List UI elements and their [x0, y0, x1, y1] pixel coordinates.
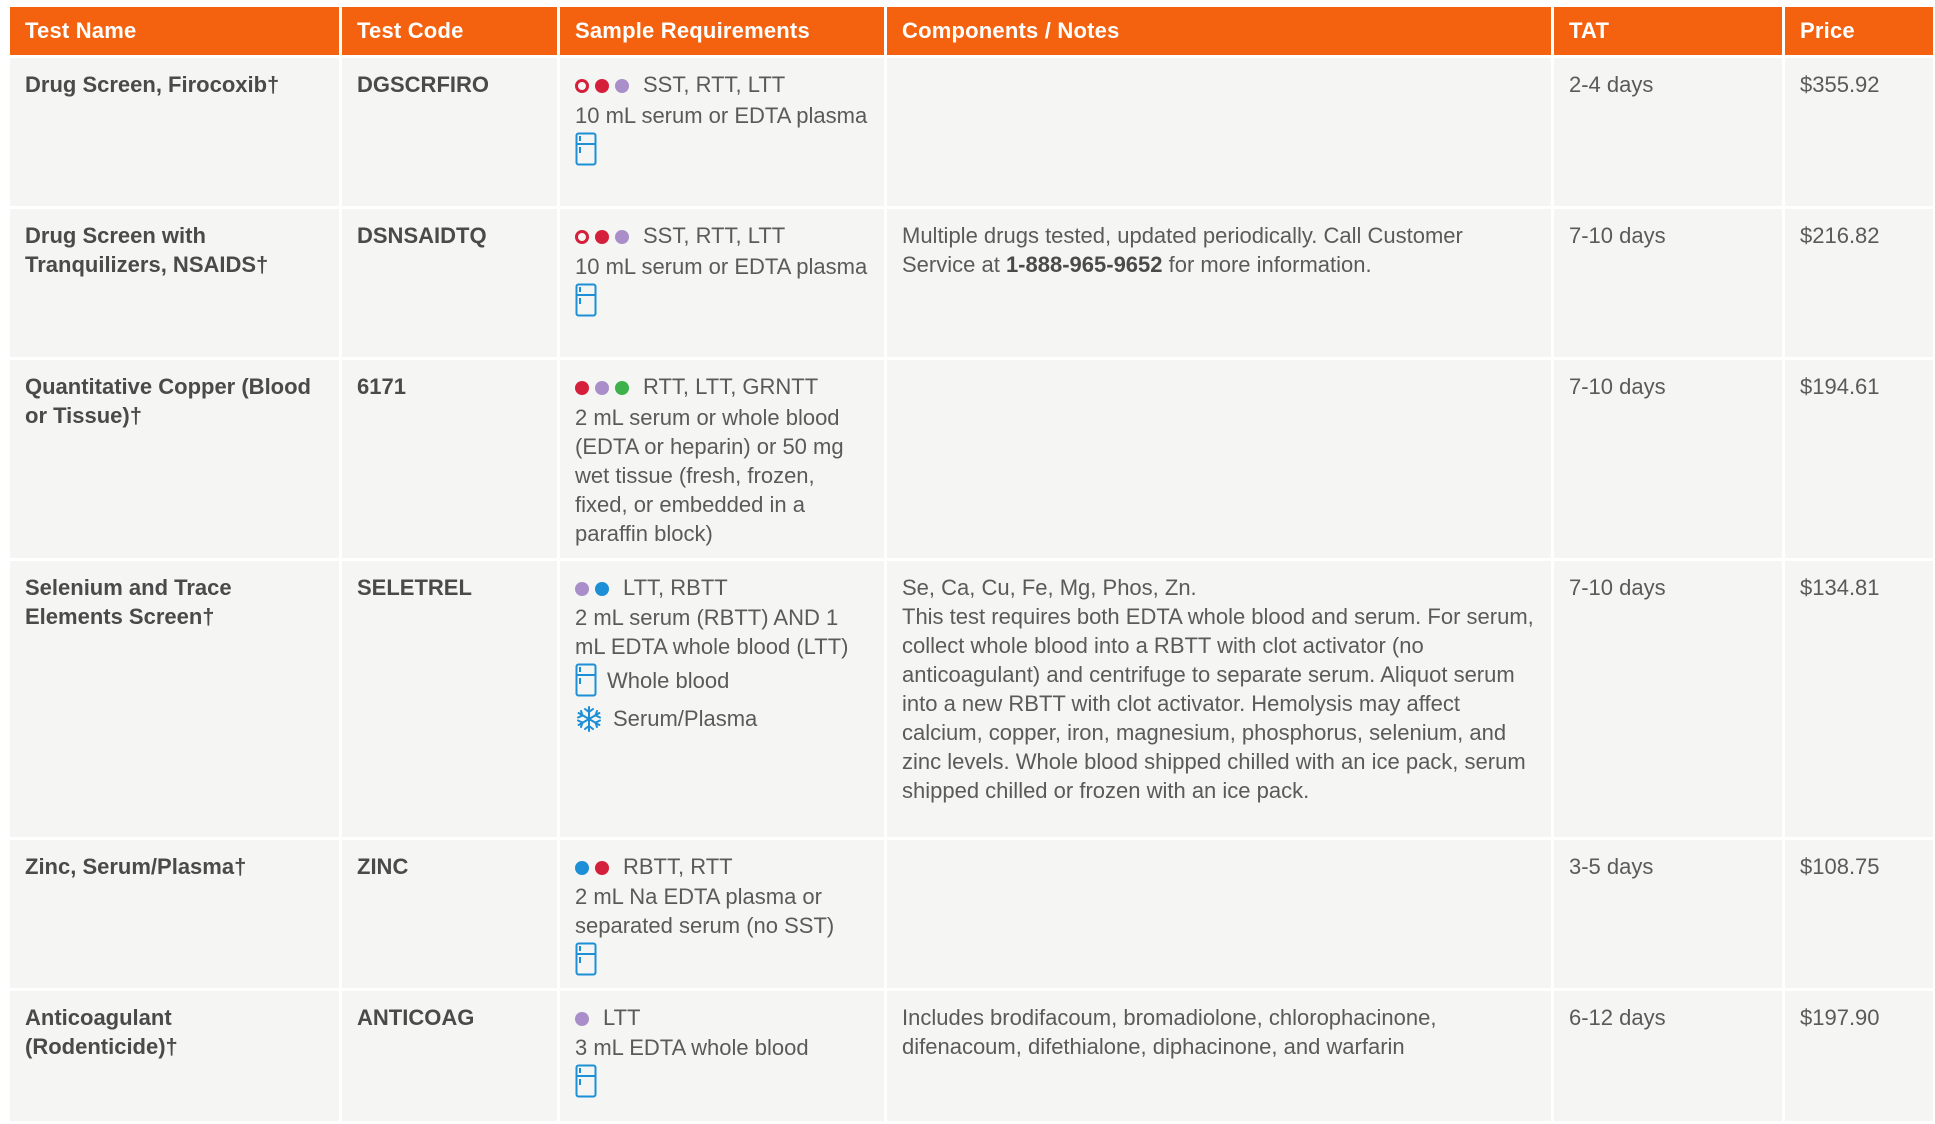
- tube-types: SST, RTT, LTT: [643, 223, 786, 248]
- header-row: Test Name Test Code Sample Requirements …: [10, 7, 1933, 55]
- refrigerate-icon: [575, 132, 869, 166]
- notes-text: for more information.: [1162, 252, 1372, 277]
- rtt-dot-icon: [595, 229, 609, 244]
- refrigerate-icon: [575, 1064, 869, 1098]
- test-name: Drug Screen, Firocoxib†: [10, 58, 339, 206]
- notes-analytes: Se, Ca, Cu, Fe, Mg, Phos, Zn.: [902, 574, 1197, 600]
- test-name: Selenium and Trace Elements Screen†: [10, 560, 339, 837]
- components-notes: Multiple drugs tested, updated periodica…: [887, 209, 1551, 357]
- price: $216.82: [1785, 209, 1933, 357]
- table-row: Zinc, Serum/Plasma† ZINC RBTT, RTT 2 mL …: [10, 839, 1933, 988]
- sample-volume: 10 mL serum or EDTA plasma: [575, 102, 868, 128]
- tube-types: RTT, LTT, GRNTT: [643, 374, 819, 399]
- sst-dot-icon: [575, 229, 589, 244]
- header-components-notes: Components / Notes: [887, 7, 1551, 55]
- price: $197.90: [1785, 990, 1933, 1121]
- test-name: Drug Screen with Tranquilizers, NSAIDS†: [10, 209, 339, 357]
- tube-color-dots: [575, 851, 615, 880]
- test-code: DSNSAIDTQ: [342, 209, 557, 357]
- rtt-dot-icon: [595, 860, 609, 875]
- tat: 3-5 days: [1554, 839, 1782, 988]
- storage-serum-plasma: Serum/Plasma: [575, 699, 869, 737]
- header-sample-requirements: Sample Requirements: [560, 7, 884, 55]
- test-table-container: Test Name Test Code Sample Requirements …: [10, 7, 1933, 1124]
- price: $194.61: [1785, 360, 1933, 558]
- sample-volume: 10 mL serum or EDTA plasma: [575, 253, 868, 279]
- grntt-dot-icon: [615, 380, 629, 395]
- table-row: Drug Screen with Tranquilizers, NSAIDS† …: [10, 209, 1933, 357]
- price: $134.81: [1785, 560, 1933, 837]
- ltt-dot-icon: [615, 78, 629, 93]
- table-row: Selenium and Trace Elements Screen† SELE…: [10, 560, 1933, 837]
- sample-volume: 3 mL EDTA whole blood: [575, 1035, 809, 1061]
- tat: 7-10 days: [1554, 209, 1782, 357]
- tat: 7-10 days: [1554, 560, 1782, 837]
- tube-color-dots: [575, 372, 635, 401]
- tube-types: SST, RTT, LTT: [643, 72, 786, 97]
- test-code: DGSCRFIRO: [342, 58, 557, 206]
- components-notes: [887, 839, 1551, 988]
- notes-text: This test requires both EDTA whole blood…: [902, 603, 1534, 803]
- header-test-code: Test Code: [342, 7, 557, 55]
- sample-requirements: RBTT, RTT 2 mL Na EDTA plasma or separat…: [560, 839, 884, 988]
- tube-color-dots: [575, 70, 635, 99]
- tat: 2-4 days: [1554, 58, 1782, 206]
- tat: 7-10 days: [1554, 360, 1782, 558]
- sample-volume: 2 mL Na EDTA plasma or separated serum (…: [575, 884, 835, 939]
- sample-requirements: LTT, RBTT 2 mL serum (RBTT) AND 1 mL EDT…: [560, 560, 884, 837]
- tube-color-dots: [575, 221, 635, 250]
- test-name: Anticoagulant (Rodenticide)†: [10, 990, 339, 1121]
- test-price-table: Test Name Test Code Sample Requirements …: [7, 4, 1935, 1124]
- test-name: Zinc, Serum/Plasma†: [10, 839, 339, 988]
- rbtt-dot-icon: [595, 581, 609, 596]
- header-test-name: Test Name: [10, 7, 339, 55]
- ltt-dot-icon: [595, 380, 609, 395]
- rtt-dot-icon: [595, 78, 609, 93]
- refrigerate-icon: [575, 283, 869, 317]
- rbtt-dot-icon: [575, 860, 589, 875]
- table-row: Drug Screen, Firocoxib† DGSCRFIRO SST, R…: [10, 58, 1933, 206]
- storage-label: Whole blood: [607, 667, 730, 693]
- test-code: 6171: [342, 360, 557, 558]
- header-price: Price: [1785, 7, 1933, 55]
- storage-label: Serum/Plasma: [613, 705, 758, 731]
- tube-color-dots: [575, 572, 615, 601]
- price: $108.75: [1785, 839, 1933, 988]
- ltt-dot-icon: [575, 581, 589, 596]
- sst-dot-icon: [575, 78, 589, 93]
- table-row: Anticoagulant (Rodenticide)† ANTICOAG LT…: [10, 990, 1933, 1121]
- ltt-dot-icon: [575, 1011, 589, 1026]
- ltt-dot-icon: [615, 229, 629, 244]
- components-notes: Se, Ca, Cu, Fe, Mg, Phos, Zn. This test r…: [887, 560, 1551, 837]
- header-tat: TAT: [1554, 7, 1782, 55]
- tube-types: LTT, RBTT: [623, 574, 728, 600]
- sample-requirements: SST, RTT, LTT 10 mL serum or EDTA plasma: [560, 209, 884, 357]
- snowflake-freeze-icon: [575, 703, 603, 733]
- rtt-dot-icon: [575, 380, 589, 395]
- sample-requirements: SST, RTT, LTT 10 mL serum or EDTA plasma: [560, 58, 884, 206]
- components-notes: [887, 58, 1551, 206]
- test-code: ZINC: [342, 839, 557, 988]
- tube-color-dots: [575, 1002, 595, 1031]
- test-code: ANTICOAG: [342, 990, 557, 1121]
- sample-requirements: RTT, LTT, GRNTT 2 mL serum or whole bloo…: [560, 360, 884, 558]
- storage-whole-blood: Whole blood: [575, 661, 869, 699]
- sample-volume: 2 mL serum (RBTT) AND 1 mL EDTA whole bl…: [575, 605, 849, 660]
- sample-requirements: LTT 3 mL EDTA whole blood: [560, 990, 884, 1121]
- table-row: Quantitative Copper (Blood or Tissue)† 6…: [10, 360, 1933, 558]
- components-notes: Includes brodifacoum, bromadiolone, chlo…: [887, 990, 1551, 1121]
- customer-service-phone: 1-888-965-9652: [1005, 252, 1163, 277]
- tube-types: RBTT, RTT: [623, 853, 733, 879]
- sample-volume: 2 mL serum or whole blood (EDTA or hepar…: [575, 404, 844, 546]
- components-notes: [887, 360, 1551, 558]
- price: $355.92: [1785, 58, 1933, 206]
- test-name: Quantitative Copper (Blood or Tissue)†: [10, 360, 339, 558]
- tat: 6-12 days: [1554, 990, 1782, 1121]
- refrigerate-icon: [575, 942, 869, 976]
- test-code: SELETREL: [342, 560, 557, 837]
- tube-types: LTT: [603, 1004, 641, 1030]
- refrigerate-icon: [575, 663, 597, 697]
